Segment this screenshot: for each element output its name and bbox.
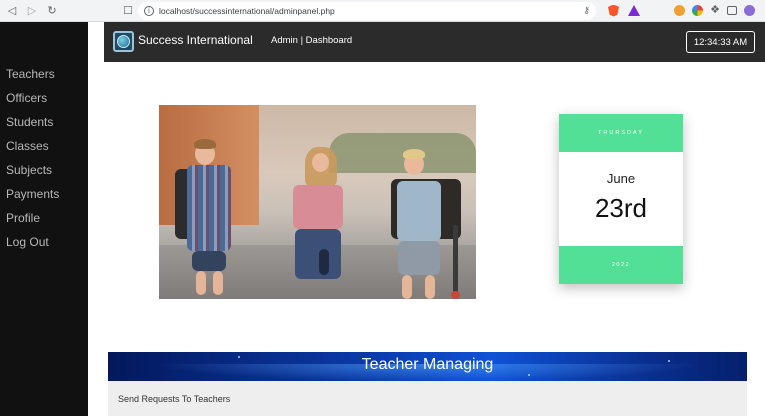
photo-kid-leg (402, 275, 412, 299)
profile-icon[interactable] (744, 5, 755, 16)
requests-label[interactable]: Send Requests To Teachers (118, 394, 230, 404)
date-card-day: 23rd (594, 193, 648, 223)
date-card-year: 2022 (559, 246, 683, 284)
sidebar-item-classes[interactable]: Classes (6, 139, 49, 153)
sidebar: Teachers Officers Students Classes Subje… (0, 22, 88, 416)
puzzle-icon[interactable]: ❖ (710, 5, 720, 16)
clock-display: 12:34:33 AM (686, 31, 755, 53)
sidebar-item-officers[interactable]: Officers (6, 91, 47, 105)
forward-icon[interactable]: ▷ (24, 3, 40, 19)
requests-panel: Send Requests To Teachers (108, 381, 747, 416)
top-header: Success International Admin | Dashboard … (104, 22, 765, 62)
extensions-area: ❖ (674, 5, 765, 16)
key-icon[interactable]: ⚷ (583, 5, 590, 16)
photo-kid-hair (194, 139, 216, 149)
banner-sparkle (528, 374, 530, 376)
photo-scooter-wheel (451, 291, 460, 299)
extension-chrome-icon[interactable] (692, 5, 704, 16)
hero-photo (159, 105, 476, 299)
info-icon[interactable]: i (144, 5, 154, 16)
url-text[interactable]: localhost/successinternational/adminpane… (159, 6, 583, 16)
address-bar[interactable]: i localhost/successinternational/adminpa… (138, 1, 596, 20)
back-icon[interactable]: ◁ (4, 3, 20, 19)
date-card-month: June (606, 171, 636, 186)
sidebar-item-payments[interactable]: Payments (6, 187, 59, 201)
brave-shield-icon[interactable] (608, 4, 619, 17)
section-banner: Teacher Managing (108, 352, 747, 381)
photo-kid-face (312, 153, 329, 172)
reload-icon[interactable]: ↻ (44, 3, 60, 19)
photo-kid-shirt (397, 181, 441, 241)
breadcrumb: Admin | Dashboard (271, 35, 353, 46)
photo-kid-leg (196, 271, 206, 295)
photo-kid-shorts (398, 241, 440, 275)
globe-icon (117, 35, 130, 48)
sidebar-item-profile[interactable]: Profile (6, 211, 40, 225)
photo-kid-hair (403, 149, 425, 159)
brave-rewards-icon[interactable] (628, 5, 640, 16)
photo-scooter-pole (453, 225, 458, 295)
sidebar-item-teachers[interactable]: Teachers (6, 67, 55, 81)
photo-kid-knee-patch (319, 249, 329, 275)
photo-kid-shorts (192, 251, 226, 271)
extension-cookie-icon[interactable] (674, 5, 686, 16)
bookmark-icon[interactable]: ☐ (122, 4, 134, 18)
banner-title: Teacher Managing (361, 356, 494, 373)
date-card-weekday: THURSDAY (559, 114, 683, 152)
window-icon[interactable] (727, 6, 737, 15)
photo-kid-jeans (295, 229, 341, 279)
sidebar-item-students[interactable]: Students (6, 115, 53, 129)
photo-kid-leg (213, 271, 223, 295)
sidebar-item-subjects[interactable]: Subjects (6, 163, 52, 177)
date-card: THURSDAY June 23rd 2022 (559, 114, 683, 284)
brand-name: Success International (138, 33, 253, 47)
photo-kid-shirt (293, 185, 343, 229)
photo-kid-shirt (187, 165, 231, 251)
browser-toolbar: ◁ ▷ ↻ ☐ i localhost/successinternational… (0, 0, 765, 22)
sidebar-item-logout[interactable]: Log Out (6, 235, 49, 249)
photo-kid-leg (425, 275, 435, 299)
logo-icon (113, 31, 134, 52)
